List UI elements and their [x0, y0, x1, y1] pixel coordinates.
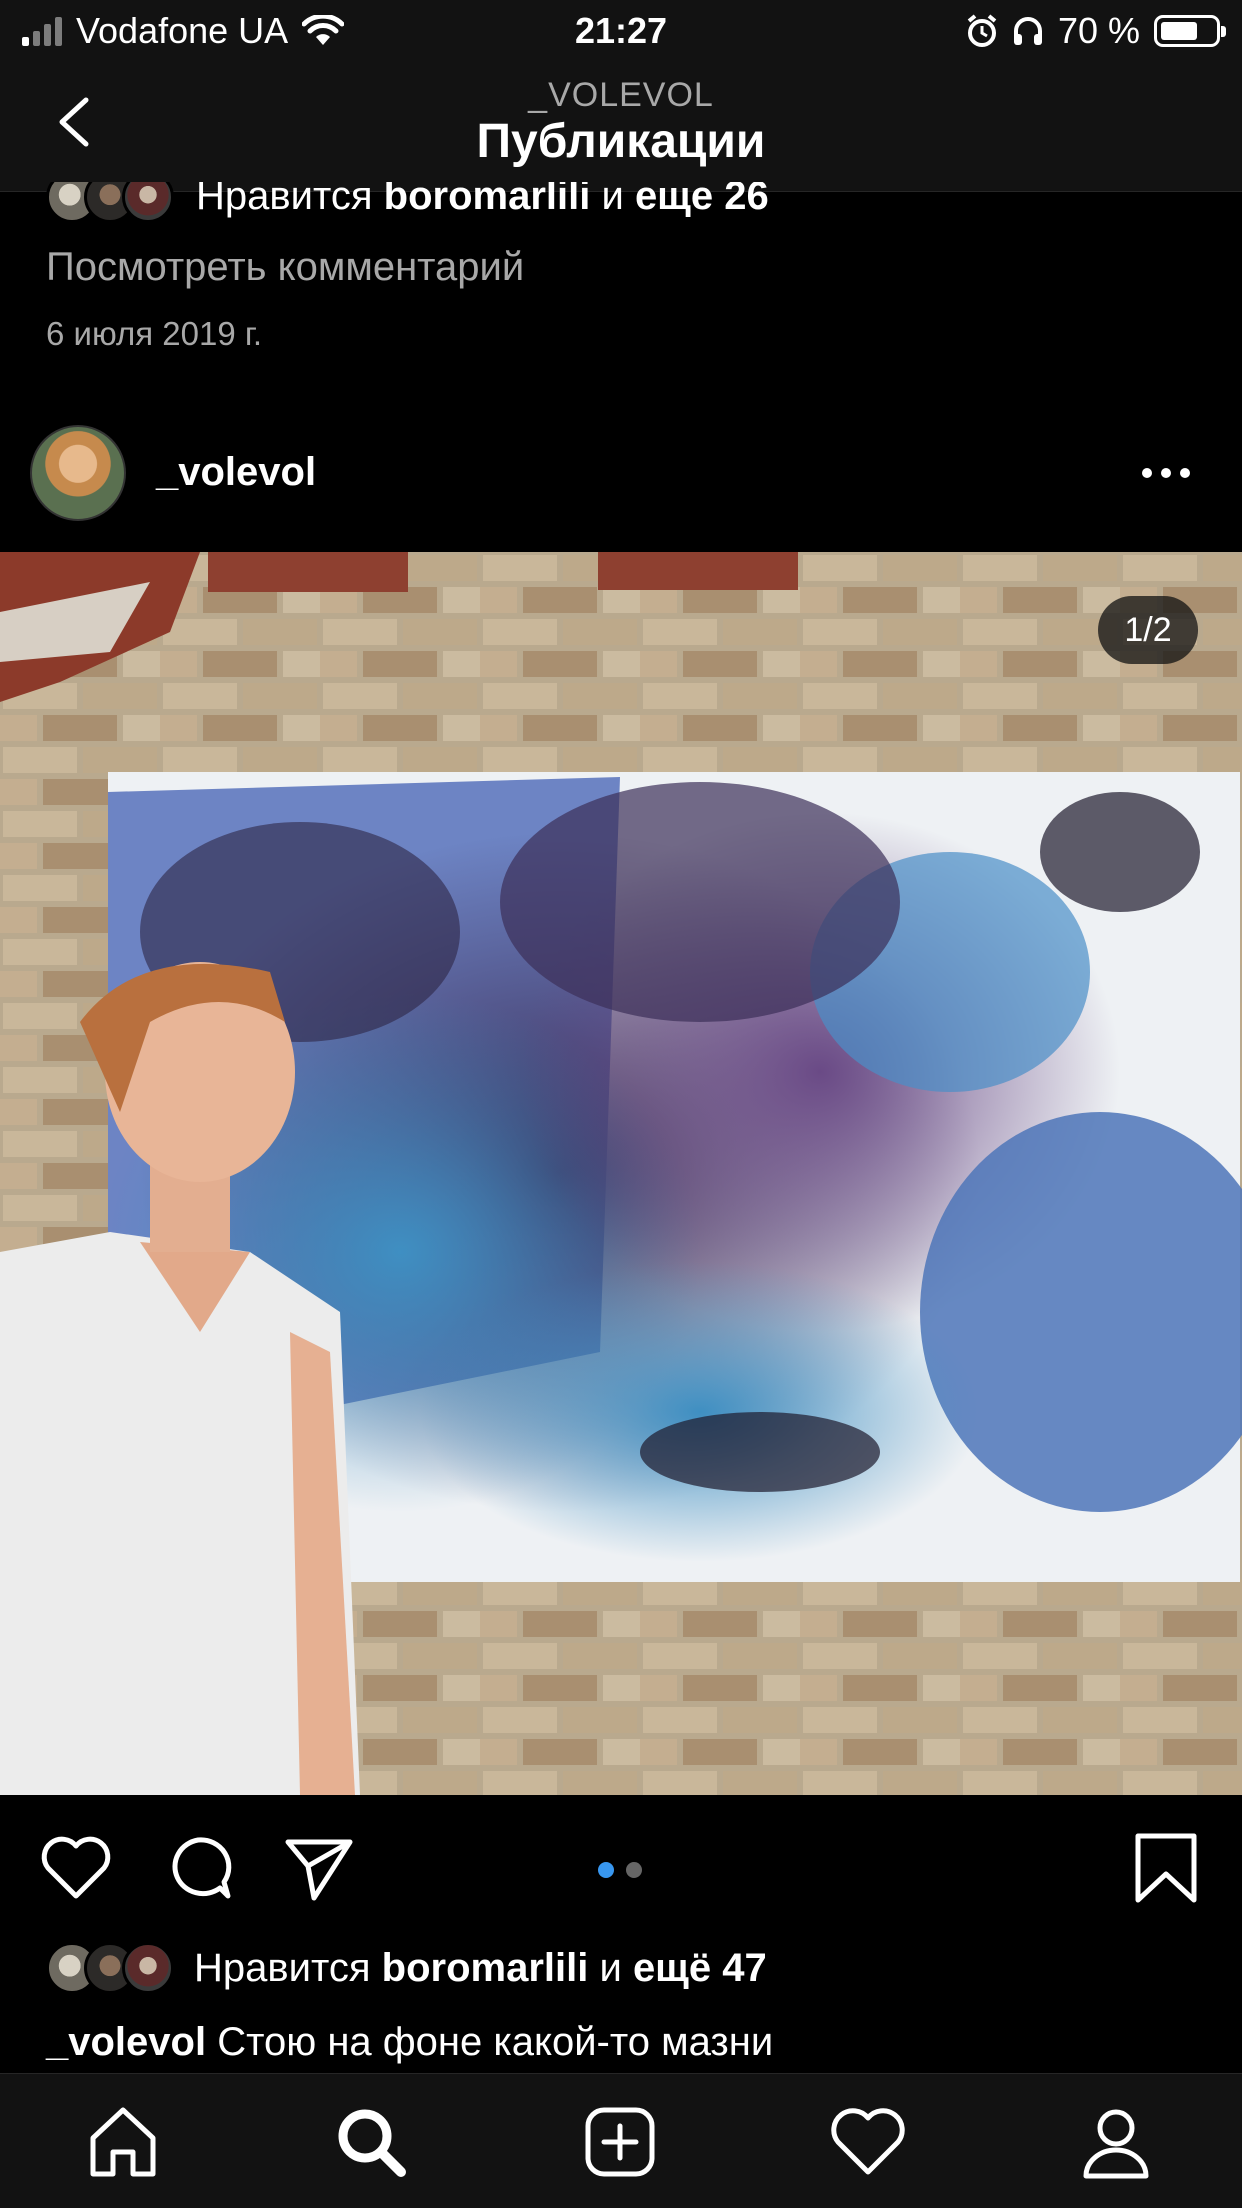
comment-icon[interactable] — [160, 1830, 236, 1906]
post-header: _volevol — [0, 420, 1242, 530]
likes-prefix: Нравится — [194, 1945, 371, 1990]
carousel-indicator — [598, 1862, 642, 1878]
avatar — [122, 182, 174, 222]
avatar[interactable] — [30, 425, 126, 521]
add-post-icon[interactable] — [580, 2102, 660, 2182]
bottom-tab-bar — [0, 2073, 1242, 2208]
search-icon[interactable] — [331, 2102, 411, 2182]
likes-more-count[interactable]: еще 26 — [635, 182, 769, 218]
home-icon[interactable] — [83, 2102, 163, 2182]
liked-by-user[interactable]: boromarlili — [382, 1946, 589, 1990]
avatar — [122, 1942, 174, 1994]
liker-avatars — [46, 1942, 174, 1994]
image-counter: 1/2 — [1098, 596, 1198, 664]
post-username[interactable]: _volevol — [156, 450, 316, 495]
profile-icon[interactable] — [1076, 2102, 1156, 2182]
post-caption: _volevol Стою на фоне какой-то мазни — [46, 2020, 773, 2065]
post-actions — [0, 1810, 1242, 1920]
caption-text: Стою на фоне какой-то мазни — [217, 2020, 774, 2064]
alarm-icon — [967, 14, 997, 47]
post-likes[interactable]: Нравится boromarlili и ещё 47 — [46, 1940, 767, 1996]
post-photo — [0, 552, 1242, 1795]
likes-more-count[interactable]: ещё 47 — [633, 1946, 767, 1990]
bookmark-icon[interactable] — [1128, 1830, 1204, 1906]
liker-avatars — [46, 182, 174, 222]
view-comments-link[interactable]: Посмотреть комментарий — [46, 245, 524, 290]
battery-icon — [1154, 15, 1226, 47]
top-navbar: _VOLEVOL Публикации — [0, 62, 1242, 192]
account-name: _VOLEVOL — [528, 76, 714, 114]
likes-and: и — [601, 182, 624, 218]
status-bar: Vodafone UA 21:27 70 % — [0, 0, 1242, 62]
page-title: Публикации — [476, 115, 766, 168]
likes-and: и — [599, 1945, 622, 1990]
headphones-icon — [1013, 17, 1042, 45]
carousel-dot — [626, 1862, 642, 1878]
previous-post-likes[interactable]: Нравится boromarlili и еще 26 — [46, 182, 769, 222]
activity-heart-icon[interactable] — [828, 2102, 908, 2182]
battery-percent: 70 % — [1057, 10, 1140, 51]
caption-username[interactable]: _volevol — [46, 2020, 206, 2064]
heart-icon[interactable] — [38, 1830, 114, 1906]
likes-prefix: Нравится — [196, 182, 373, 218]
post-date: 6 июля 2019 г. — [46, 315, 263, 352]
liked-by-user[interactable]: boromarlili — [384, 182, 591, 218]
post-image[interactable]: 1/2 — [0, 552, 1242, 1795]
paper-plane-icon[interactable] — [280, 1830, 356, 1906]
carousel-dot-active — [598, 1862, 614, 1878]
more-dots-icon[interactable] — [1142, 458, 1202, 488]
